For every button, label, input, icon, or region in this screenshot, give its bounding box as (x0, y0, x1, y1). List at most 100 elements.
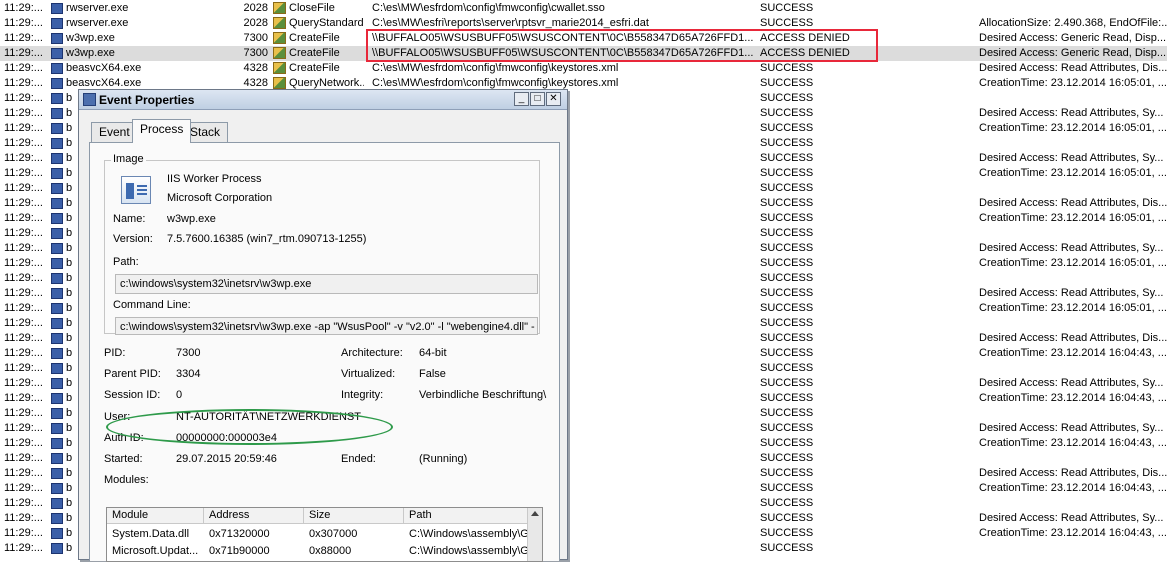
path-label: Path: (113, 256, 139, 268)
event-time: 11:29:... (4, 362, 43, 374)
process-icon (51, 393, 63, 404)
event-row[interactable]: 11:29:... w3wp.exe 7300 CreateFile \\BUFFALO… (0, 46, 1167, 61)
event-time: 11:29:... (4, 92, 43, 104)
modules-header-path[interactable]: Path (404, 508, 528, 524)
event-process: w3wp.exe (66, 47, 115, 59)
maximize-button[interactable]: □ (530, 92, 545, 106)
event-detail: CreationTime: 23.12.2014 16:04:43, ... (979, 527, 1167, 539)
close-button[interactable]: ✕ (546, 92, 561, 106)
event-time: 11:29:... (4, 77, 43, 89)
event-result: SUCCESS (760, 482, 814, 494)
tab-process[interactable]: Process (132, 119, 192, 143)
event-time: 11:29:... (4, 122, 43, 134)
module-size[interactable]: 0x88000 (304, 543, 404, 560)
ended-value: (Running) (419, 453, 468, 465)
app-window-icon (83, 93, 96, 106)
event-pid: 7300 (243, 32, 268, 44)
event-detail: Desired Access: Read Attributes, Sy... (979, 152, 1164, 164)
event-time: 11:29:... (4, 542, 43, 554)
event-detail: Desired Access: Read Attributes, Sy... (979, 242, 1164, 254)
event-path: C:\es\MW\esfrdom\config\fmwconfig\cwalle… (372, 2, 605, 14)
event-time: 11:29:... (4, 287, 43, 299)
event-time: 11:29:... (4, 512, 43, 524)
event-row[interactable]: 11:29:... w3wp.exe 7300 CreateFile \\BUFFALO… (0, 31, 1167, 46)
event-result: ACCESS DENIED (760, 47, 850, 59)
event-result: SUCCESS (760, 92, 814, 104)
module-path[interactable]: C:\Windows\assembly\G (404, 543, 528, 560)
process-icon (51, 408, 63, 419)
module-address[interactable]: 0x71b90000 (204, 543, 304, 560)
process-icon (51, 363, 63, 374)
session-id-label: Session ID: (104, 389, 161, 401)
architecture-label: Architecture: (341, 347, 403, 359)
event-pid: 2028 (243, 17, 268, 29)
started-label: Started: (104, 453, 143, 465)
event-time: 11:29:... (4, 452, 43, 464)
event-row[interactable]: 11:29:... rwserver.exe 2028 CloseFile C:\es\… (0, 1, 1167, 16)
event-result: SUCCESS (760, 2, 814, 14)
process-icon (51, 378, 63, 389)
cmdline-field[interactable]: c:\windows\system32\inetsrv\w3wp.exe -ap… (115, 317, 538, 335)
process-icon (51, 18, 63, 29)
event-time: 11:29:... (4, 527, 43, 539)
module-path[interactable]: C:\Windows\assembly\G (404, 526, 528, 543)
event-detail: Desired Access: Read Attributes, Sy... (979, 287, 1164, 299)
minimize-button[interactable]: _ (514, 92, 529, 106)
event-detail: Desired Access: Read Attributes, Sy... (979, 422, 1164, 434)
parent-pid-value: 3304 (176, 368, 201, 380)
event-detail: CreationTime: 23.12.2014 16:04:43, ... (979, 392, 1167, 404)
event-path: C:\es\MW\esfri\reports\server\rptsvr_mar… (372, 17, 649, 29)
event-result: SUCCESS (760, 377, 814, 389)
modules-scrollbar[interactable] (527, 508, 542, 561)
event-pid: 4328 (243, 62, 268, 74)
module-size[interactable]: 0x307000 (304, 526, 404, 543)
event-time: 11:29:... (4, 227, 43, 239)
process-icon (51, 258, 63, 269)
event-result: SUCCESS (760, 287, 814, 299)
modules-label: Modules: (104, 474, 149, 486)
module-address[interactable]: 0x71320000 (204, 526, 304, 543)
version-label: Version: (113, 233, 153, 245)
image-group: Image IIS Worker Process Microsoft Corpo… (104, 153, 540, 335)
event-operation: CloseFile (289, 2, 335, 14)
event-time: 11:29:... (4, 407, 43, 419)
event-detail: CreationTime: 23.12.2014 16:05:01, ... (979, 302, 1167, 314)
event-time: 11:29:... (4, 497, 43, 509)
integrity-label: Integrity: (341, 389, 384, 401)
cmdline-label: Command Line: (113, 299, 191, 311)
event-result: SUCCESS (760, 317, 814, 329)
module-name[interactable]: Microsoft.Updat... (107, 543, 204, 560)
process-icon (51, 303, 63, 314)
event-result: SUCCESS (760, 272, 814, 284)
event-time: 11:29:... (4, 437, 43, 449)
modules-header-module[interactable]: Module (107, 508, 204, 524)
tab-event[interactable]: Event (91, 122, 138, 142)
event-detail: CreationTime: 23.12.2014 16:05:01, ... (979, 122, 1167, 134)
event-detail: CreationTime: 23.12.2014 16:04:43, ... (979, 482, 1167, 494)
event-time: 11:29:... (4, 392, 43, 404)
modules-table: Module Address Size Path System.Data.dll… (106, 507, 543, 562)
event-detail: CreationTime: 23.12.2014 16:05:01, ... (979, 212, 1167, 224)
dialog-titlebar[interactable]: Event Properties _ □ ✕ (79, 90, 567, 110)
scroll-up-icon[interactable] (531, 511, 539, 516)
event-result: SUCCESS (760, 407, 814, 419)
process-icon (51, 48, 63, 59)
image-description: IIS Worker Process (167, 173, 262, 185)
image-company: Microsoft Corporation (167, 192, 273, 204)
event-row[interactable]: 11:29:... rwserver.exe 2028 QueryStandardI.… (0, 16, 1167, 31)
module-name[interactable]: System.Data.dll (107, 526, 204, 543)
event-row[interactable]: 11:29:... beasvcX64.exe 4328 CreateFile C:\e… (0, 61, 1167, 76)
modules-header-size[interactable]: Size (304, 508, 404, 524)
virtualized-label: Virtualized: (341, 368, 396, 380)
process-icon (51, 3, 63, 14)
path-field[interactable]: c:\windows\system32\inetsrv\w3wp.exe (115, 274, 538, 294)
event-result: SUCCESS (760, 167, 814, 179)
modules-header-address[interactable]: Address (204, 508, 304, 524)
event-time: 11:29:... (4, 347, 43, 359)
event-result: SUCCESS (760, 392, 814, 404)
iis-process-icon (121, 176, 151, 204)
event-time: 11:29:... (4, 422, 43, 434)
event-time: 11:29:... (4, 332, 43, 344)
event-detail: CreationTime: 23.12.2014 16:04:43, ... (979, 347, 1167, 359)
process-icon (51, 198, 63, 209)
